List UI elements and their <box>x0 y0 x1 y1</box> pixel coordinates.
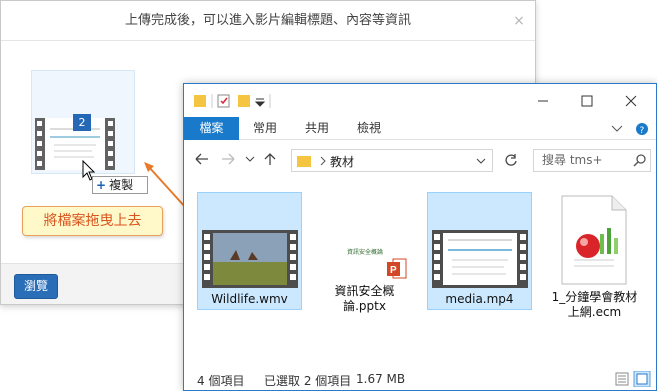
back-icon[interactable] <box>195 153 208 165</box>
title-bar <box>184 84 656 117</box>
window-controls <box>538 95 637 107</box>
item-count: 4 個項目 <box>197 374 245 388</box>
selection-count: 已選取 2 個項目 <box>264 374 352 388</box>
maximize-icon[interactable] <box>581 95 593 107</box>
status-bar: 4 個項目 已選取 2 個項目 1.67 MB <box>184 366 656 390</box>
folder-icon <box>297 156 326 167</box>
expand-ribbon-icon[interactable] <box>611 125 623 132</box>
address-dropdown-icon[interactable] <box>475 155 487 167</box>
new-folder-icon[interactable] <box>238 95 250 107</box>
file-name: media.mp4 <box>445 292 514 306</box>
file-item-wildlife[interactable]: Wildlife.wmv <box>197 192 302 310</box>
file-name: 資訊安全概論.pptx <box>334 284 395 313</box>
browse-button[interactable]: 瀏覽 <box>14 274 58 299</box>
tab-share[interactable]: 共用 <box>291 117 343 140</box>
address-bar[interactable] <box>291 149 493 172</box>
nav-buttons <box>195 153 276 165</box>
file-name: 1_分鐘學會教材上網.ecm <box>551 290 638 319</box>
search-icon[interactable] <box>633 153 647 167</box>
details-view-icon[interactable] <box>615 372 629 386</box>
tab-home[interactable]: 常用 <box>239 117 291 140</box>
customize-toolbar-icon[interactable] <box>254 98 266 107</box>
document-file-icon <box>561 195 627 285</box>
close-window-icon[interactable] <box>625 95 637 107</box>
video-thumbnail-icon <box>202 230 298 288</box>
drag-count-badge: 2 <box>73 114 91 131</box>
properties-icon[interactable] <box>217 94 230 108</box>
tab-view[interactable]: 檢視 <box>343 117 395 140</box>
up-icon[interactable] <box>264 153 276 165</box>
svg-text:P: P <box>390 265 397 276</box>
ribbon-right-controls: ? <box>611 123 648 136</box>
instruction-callout: 將檔案拖曳上去 <box>22 206 163 236</box>
video-thumbnail-icon <box>432 230 528 288</box>
file-item-pptx[interactable]: 資訊安全概論 P 資訊安全概論.pptx <box>312 192 417 313</box>
file-explorer-window: 檔案 常用 共用 檢視 ? 教材 搜尋 tms+ Wildlife.wmv 資訊… <box>183 83 657 391</box>
quick-access-toolbar <box>194 94 271 108</box>
slide-title: 資訊安全概論 <box>346 249 383 256</box>
ribbon-tabs: 檔案 常用 共用 檢視 ? <box>184 117 656 140</box>
svg-text:?: ? <box>640 126 645 136</box>
selection-size: 1.67 MB <box>356 372 406 386</box>
refresh-icon[interactable] <box>503 152 519 168</box>
large-icons-view-icon[interactable] <box>633 371 651 387</box>
copy-label: 複製 <box>109 178 134 192</box>
breadcrumb[interactable]: 教材 <box>330 153 354 170</box>
file-item-ecm[interactable]: 1_分鐘學會教材上網.ecm <box>542 192 647 319</box>
recent-locations-icon[interactable] <box>245 156 255 162</box>
forward-icon[interactable] <box>222 153 235 165</box>
powerpoint-icon: P <box>387 258 407 279</box>
dialog-title: 上傳完成後，可以進入影片編輯標題、內容等資訊 <box>1 1 535 41</box>
folder-icon[interactable] <box>194 95 206 107</box>
close-icon[interactable]: × <box>509 11 529 31</box>
file-name: Wildlife.wmv <box>211 292 288 306</box>
plus-icon: + <box>96 178 107 192</box>
file-item-media[interactable]: media.mp4 <box>427 192 532 310</box>
tab-file[interactable]: 檔案 <box>184 117 239 140</box>
view-toggle <box>615 371 651 387</box>
